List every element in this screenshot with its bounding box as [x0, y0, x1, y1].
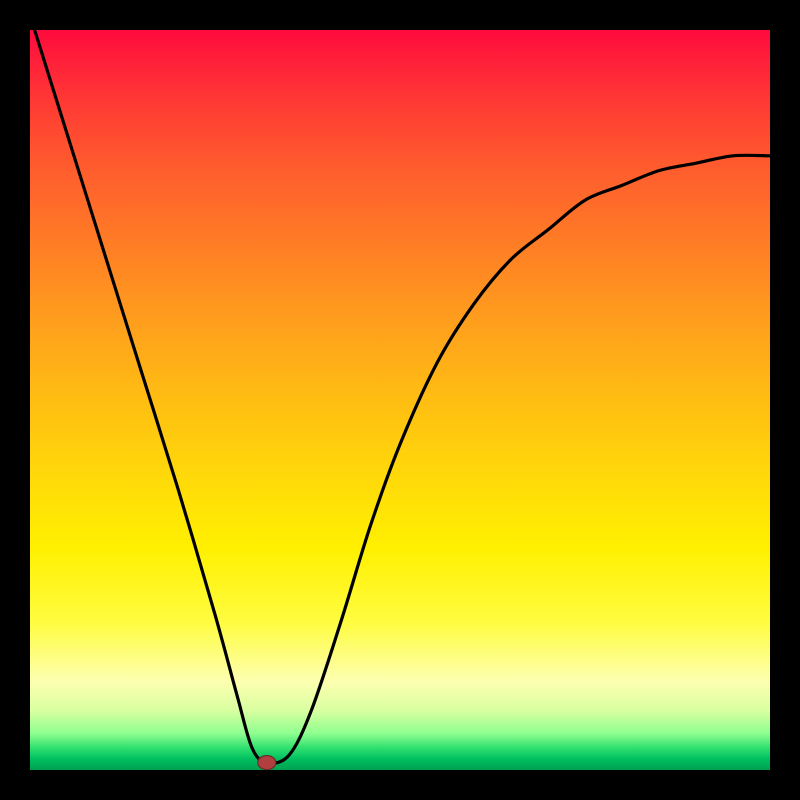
chart-frame: [0, 0, 800, 800]
chart-gradient-background: [30, 30, 770, 770]
